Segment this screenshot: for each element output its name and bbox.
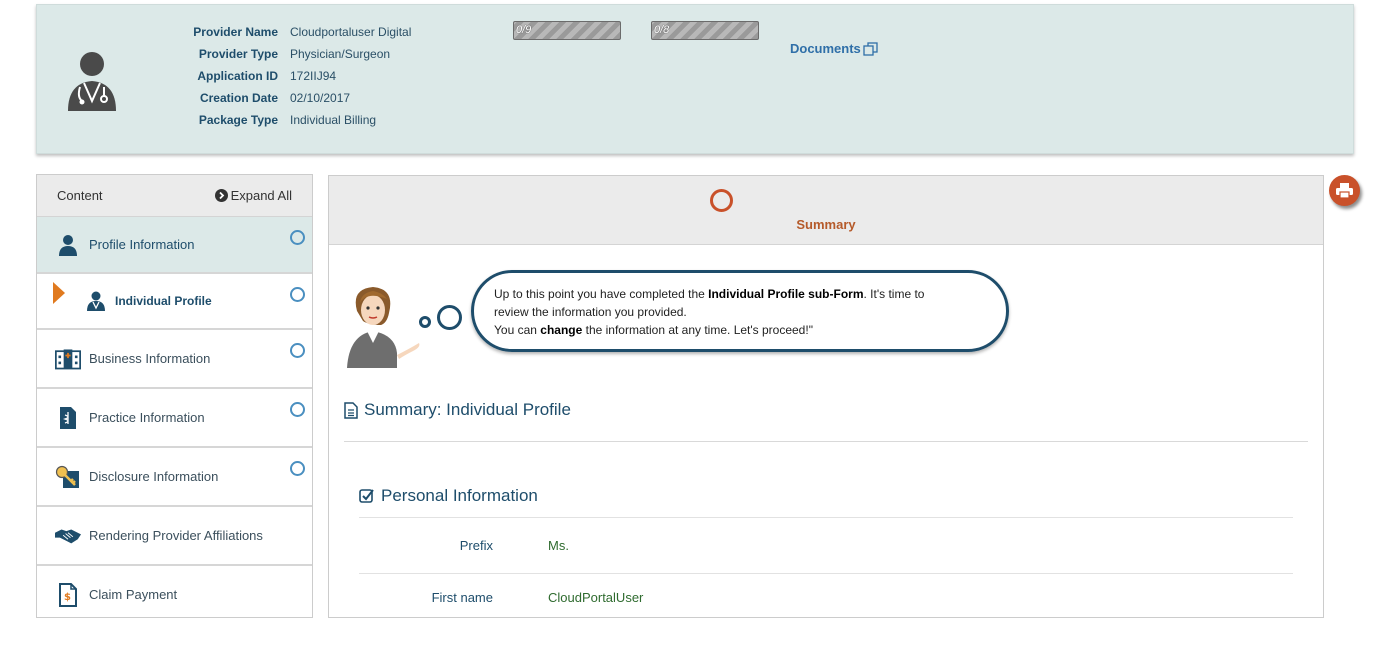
info-label: Provider Name bbox=[193, 25, 278, 39]
status-circle-icon bbox=[290, 461, 305, 476]
package-type-row: Package Type Individual Billing bbox=[187, 109, 411, 131]
checkbox-checked-icon bbox=[359, 489, 374, 503]
bubble-line-2: review the information you provided. bbox=[494, 305, 687, 319]
bubble-bold-text: Individual Profile sub-Form bbox=[708, 287, 864, 301]
dollar-doc-icon: $ bbox=[55, 582, 81, 608]
user-icon bbox=[55, 232, 81, 258]
sidebar-item-label: Individual Profile bbox=[115, 294, 212, 308]
creation-date-row: Creation Date 02/10/2017 bbox=[187, 87, 411, 109]
divider bbox=[359, 573, 1293, 574]
building-icon bbox=[55, 346, 81, 372]
expand-all-label: Expand All bbox=[230, 188, 292, 203]
personal-information-heading: Personal Information bbox=[359, 486, 538, 506]
step-header: Summary bbox=[329, 176, 1323, 245]
print-button[interactable] bbox=[1329, 175, 1360, 206]
progress-text: 0/8 bbox=[654, 24, 670, 36]
sidebar-item-profile-information[interactable]: Profile Information bbox=[37, 217, 312, 274]
documents-link[interactable]: Documents bbox=[790, 41, 879, 56]
documents-label: Documents bbox=[790, 41, 861, 56]
document-icon bbox=[344, 401, 358, 419]
sidebar-item-individual-profile[interactable]: Individual Profile bbox=[37, 274, 312, 330]
summary-panel: Summary Up to this point you have comple… bbox=[328, 175, 1324, 618]
bubble-text: . It's time to bbox=[863, 287, 925, 301]
status-circle-icon bbox=[290, 402, 305, 417]
status-circle-icon bbox=[290, 287, 305, 302]
application-id-value: 172IIJ94 bbox=[290, 69, 337, 83]
summary-heading-text: Summary: Individual Profile bbox=[364, 400, 571, 419]
provider-name-value: Cloudportaluser Digital bbox=[290, 25, 412, 39]
info-label: Package Type bbox=[198, 113, 278, 127]
thought-bubble-dot-medium bbox=[437, 305, 462, 330]
prefix-field: Prefix Ms. bbox=[359, 538, 569, 553]
sidebar-item-label: Claim Payment bbox=[89, 587, 178, 602]
assistant-speech-bubble: Up to this point you have completed the … bbox=[471, 270, 1009, 352]
current-step-arrow-icon bbox=[53, 282, 65, 304]
sidebar-item-label: Rendering Provider Affiliations bbox=[89, 528, 263, 543]
divider bbox=[359, 517, 1293, 518]
copy-icon bbox=[863, 41, 878, 56]
medical-doc-icon bbox=[55, 405, 81, 431]
thought-bubble-dot-small bbox=[419, 316, 431, 328]
progress-bar-2: 0/8 bbox=[651, 21, 759, 40]
provider-name-row: Provider Name Cloudportaluser Digital bbox=[187, 21, 411, 43]
divider bbox=[344, 441, 1308, 442]
application-id-row: Application ID 172IIJ94 bbox=[187, 65, 411, 87]
sidebar-item-practice-information[interactable]: Practice Information bbox=[37, 389, 312, 448]
bubble-line-3: You can change the information at any ti… bbox=[494, 321, 1006, 339]
field-value: CloudPortalUser bbox=[548, 590, 644, 605]
provider-type-row: Provider Type Physician/Surgeon bbox=[187, 43, 411, 65]
section-title-text: Personal Information bbox=[381, 486, 538, 505]
progress-bar-1: 0/9 bbox=[513, 21, 621, 40]
printer-icon bbox=[1336, 183, 1353, 199]
bubble-text: Up to this point you have completed the bbox=[494, 287, 709, 301]
sidebar-item-label: Disclosure Information bbox=[89, 469, 219, 484]
sidebar-item-label: Practice Information bbox=[89, 410, 205, 425]
creation-date-value: 02/10/2017 bbox=[290, 91, 351, 105]
first-name-field: First name CloudPortalUser bbox=[359, 590, 644, 605]
sidebar-item-claim-payment[interactable]: $ Claim Payment bbox=[37, 566, 312, 617]
provider-info: Provider Name Cloudportaluser Digital Pr… bbox=[187, 21, 411, 131]
field-value: Ms. bbox=[548, 538, 569, 553]
info-label: Creation Date bbox=[199, 91, 278, 105]
sidebar-item-label: Profile Information bbox=[89, 237, 195, 252]
provider-type-value: Physician/Surgeon bbox=[290, 47, 391, 61]
info-label: Provider Type bbox=[198, 47, 278, 61]
sidebar-title: Content bbox=[57, 188, 103, 203]
progress-text: 0/9 bbox=[516, 24, 532, 36]
assistant-avatar bbox=[347, 287, 420, 368]
field-label: Prefix bbox=[459, 538, 493, 553]
bubble-text: You can bbox=[494, 323, 541, 337]
summary-heading: Summary: Individual Profile bbox=[344, 400, 571, 420]
package-type-value: Individual Billing bbox=[290, 113, 377, 127]
svg-text:$: $ bbox=[64, 592, 71, 603]
sidebar-item-disclosure-information[interactable]: Disclosure Information bbox=[37, 448, 312, 507]
bubble-bold-text: change bbox=[540, 323, 583, 337]
field-label: First name bbox=[431, 590, 493, 605]
info-label: Application ID bbox=[197, 69, 278, 83]
handshake-icon bbox=[55, 523, 81, 549]
doctor-avatar-icon bbox=[68, 52, 116, 111]
content-sidebar: Content Expand All Profile Information I… bbox=[36, 174, 313, 618]
sidebar-item-business-information[interactable]: Business Information bbox=[37, 330, 312, 389]
sidebar-item-label: Business Information bbox=[89, 351, 211, 366]
status-circle-icon bbox=[290, 230, 305, 245]
status-circle-icon bbox=[290, 343, 305, 358]
provider-header: Provider Name Cloudportaluser Digital Pr… bbox=[36, 4, 1354, 154]
expand-all-button[interactable]: Expand All bbox=[214, 188, 292, 203]
chevron-right-circle-icon bbox=[214, 189, 228, 202]
bubble-text: the information at any time. Let's proce… bbox=[582, 323, 813, 337]
sidebar-item-rendering-provider-affiliations[interactable]: Rendering Provider Affiliations bbox=[37, 507, 312, 566]
summary-step-label: Summary bbox=[796, 217, 856, 232]
doctor-icon bbox=[83, 288, 109, 314]
bubble-line-1: Up to this point you have completed the … bbox=[494, 285, 1006, 303]
summary-step-icon[interactable] bbox=[710, 189, 733, 212]
key-icon bbox=[55, 464, 81, 490]
sidebar-header: Content Expand All bbox=[37, 175, 312, 217]
